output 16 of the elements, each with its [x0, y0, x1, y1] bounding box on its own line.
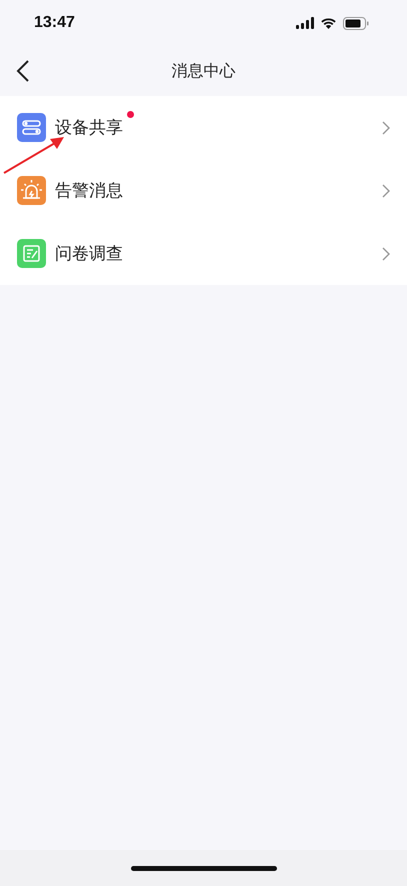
wifi-icon: [320, 17, 337, 29]
item-label: 问卷调查: [55, 243, 123, 265]
status-time: 13:47: [34, 14, 75, 32]
list-item[interactable]: 告警消息: [0, 159, 407, 222]
battery-icon: [343, 16, 369, 30]
list-item[interactable]: 设备共享: [0, 96, 407, 159]
item-label: 设备共享: [55, 117, 123, 139]
chevron-right-icon: [382, 184, 390, 198]
item-label: 告警消息: [55, 180, 123, 202]
chevron-right-icon: [382, 246, 390, 260]
chevron-right-icon: [382, 120, 390, 134]
annotation-arrow: [3, 135, 65, 175]
list-item[interactable]: 问卷调查: [0, 222, 407, 285]
page-title: 消息中心: [172, 60, 236, 82]
back-icon[interactable]: [16, 60, 30, 82]
signal-icon: [296, 17, 314, 29]
